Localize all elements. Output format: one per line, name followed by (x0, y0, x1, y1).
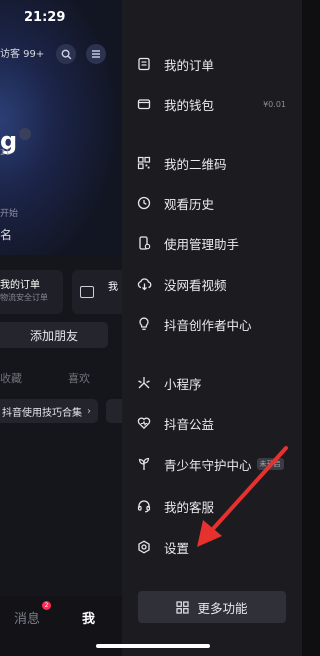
menu-button[interactable] (86, 44, 106, 64)
menu-item-offline-videos[interactable]: 没网看视频 (122, 267, 302, 301)
tab-favorites[interactable]: 收藏 (0, 370, 22, 386)
menu-item-watch-history[interactable]: 观看历史 (122, 186, 302, 220)
menu-item-settings[interactable]: 设置 (122, 530, 302, 564)
wallet-card-title: 我 (108, 282, 118, 293)
menu-item-youth-protection[interactable]: 青少年守护中心 未开启 (122, 447, 302, 481)
gender-icon (19, 128, 31, 140)
messages-badge: 2 (42, 601, 51, 610)
add-friend-button[interactable]: 添加朋友 (0, 322, 108, 348)
wallet-icon (80, 286, 94, 298)
tab-likes[interactable]: 喜欢 (68, 370, 90, 386)
menu-item-usage-assistant[interactable]: 使用管理助手 (122, 226, 302, 260)
menu-item-customer-service[interactable]: 我的客服 (122, 489, 302, 523)
tips-collection-chip[interactable]: 抖音使用技巧合集 › (0, 399, 98, 423)
menu-item-my-qrcode[interactable]: 我的二维码 (122, 146, 302, 180)
profile-bio-fragment: 开始 (0, 209, 19, 219)
charity-heart-icon (136, 415, 152, 431)
qrcode-icon (136, 155, 152, 171)
nav-me[interactable]: 我 (82, 608, 95, 627)
more-functions-button[interactable]: 更多功能 (138, 591, 286, 623)
search-button[interactable] (56, 44, 76, 64)
home-indicator (96, 644, 210, 648)
search-icon (61, 49, 71, 59)
status-time: 21:29 (24, 10, 66, 25)
profile-background: 访客 99+ g 21 开始 名 我的订单 物流安全订单 我 添加朋友 收藏 喜… (0, 0, 122, 656)
clock-icon (136, 195, 152, 211)
chevron-right-icon: › (87, 405, 91, 417)
grid-icon (176, 600, 190, 614)
miniprogram-icon (136, 375, 152, 391)
side-drawer: 我的订单 我的钱包 ¥0.01 我的二维码 观看历史 使用管理助手 没网看视频 … (122, 0, 302, 656)
menu-item-my-orders[interactable]: 我的订单 (122, 47, 302, 81)
order-card[interactable]: 我的订单 物流安全订单 (0, 270, 63, 314)
menu-item-creator-center[interactable]: 抖音创作者中心 (122, 307, 302, 341)
menu-item-my-wallet[interactable]: 我的钱包 ¥0.01 (122, 87, 302, 121)
collection-chip-partial[interactable] (106, 399, 122, 423)
order-card-title: 我的订单 (0, 280, 40, 291)
screen: 访客 99+ g 21 开始 名 我的订单 物流安全订单 我 添加朋友 收藏 喜… (0, 0, 302, 656)
hamburger-icon (92, 50, 100, 58)
sprout-icon (136, 456, 152, 472)
phone-manage-icon (136, 235, 152, 251)
wallet-balance: ¥0.01 (263, 99, 286, 109)
nav-messages[interactable]: 消息 (14, 608, 40, 627)
order-icon (136, 56, 152, 72)
wallet-icon (136, 96, 152, 112)
bulb-icon (136, 316, 152, 332)
menu-item-douyin-charity[interactable]: 抖音公益 (122, 406, 302, 440)
menu-item-mini-programs[interactable]: 小程序 (122, 366, 302, 400)
profile-header-background (0, 0, 122, 255)
visitor-count[interactable]: 访客 99+ (0, 45, 44, 60)
profile-id: 21 (0, 148, 11, 157)
order-card-subtitle: 物流安全订单 (0, 293, 48, 302)
headset-icon (136, 498, 152, 514)
cloud-download-icon (136, 276, 152, 292)
profile-stat-fragment: 名 (0, 228, 13, 242)
youth-mode-status: 未开启 (256, 458, 284, 470)
wallet-card[interactable]: 我 (72, 270, 122, 314)
settings-icon (136, 539, 152, 555)
